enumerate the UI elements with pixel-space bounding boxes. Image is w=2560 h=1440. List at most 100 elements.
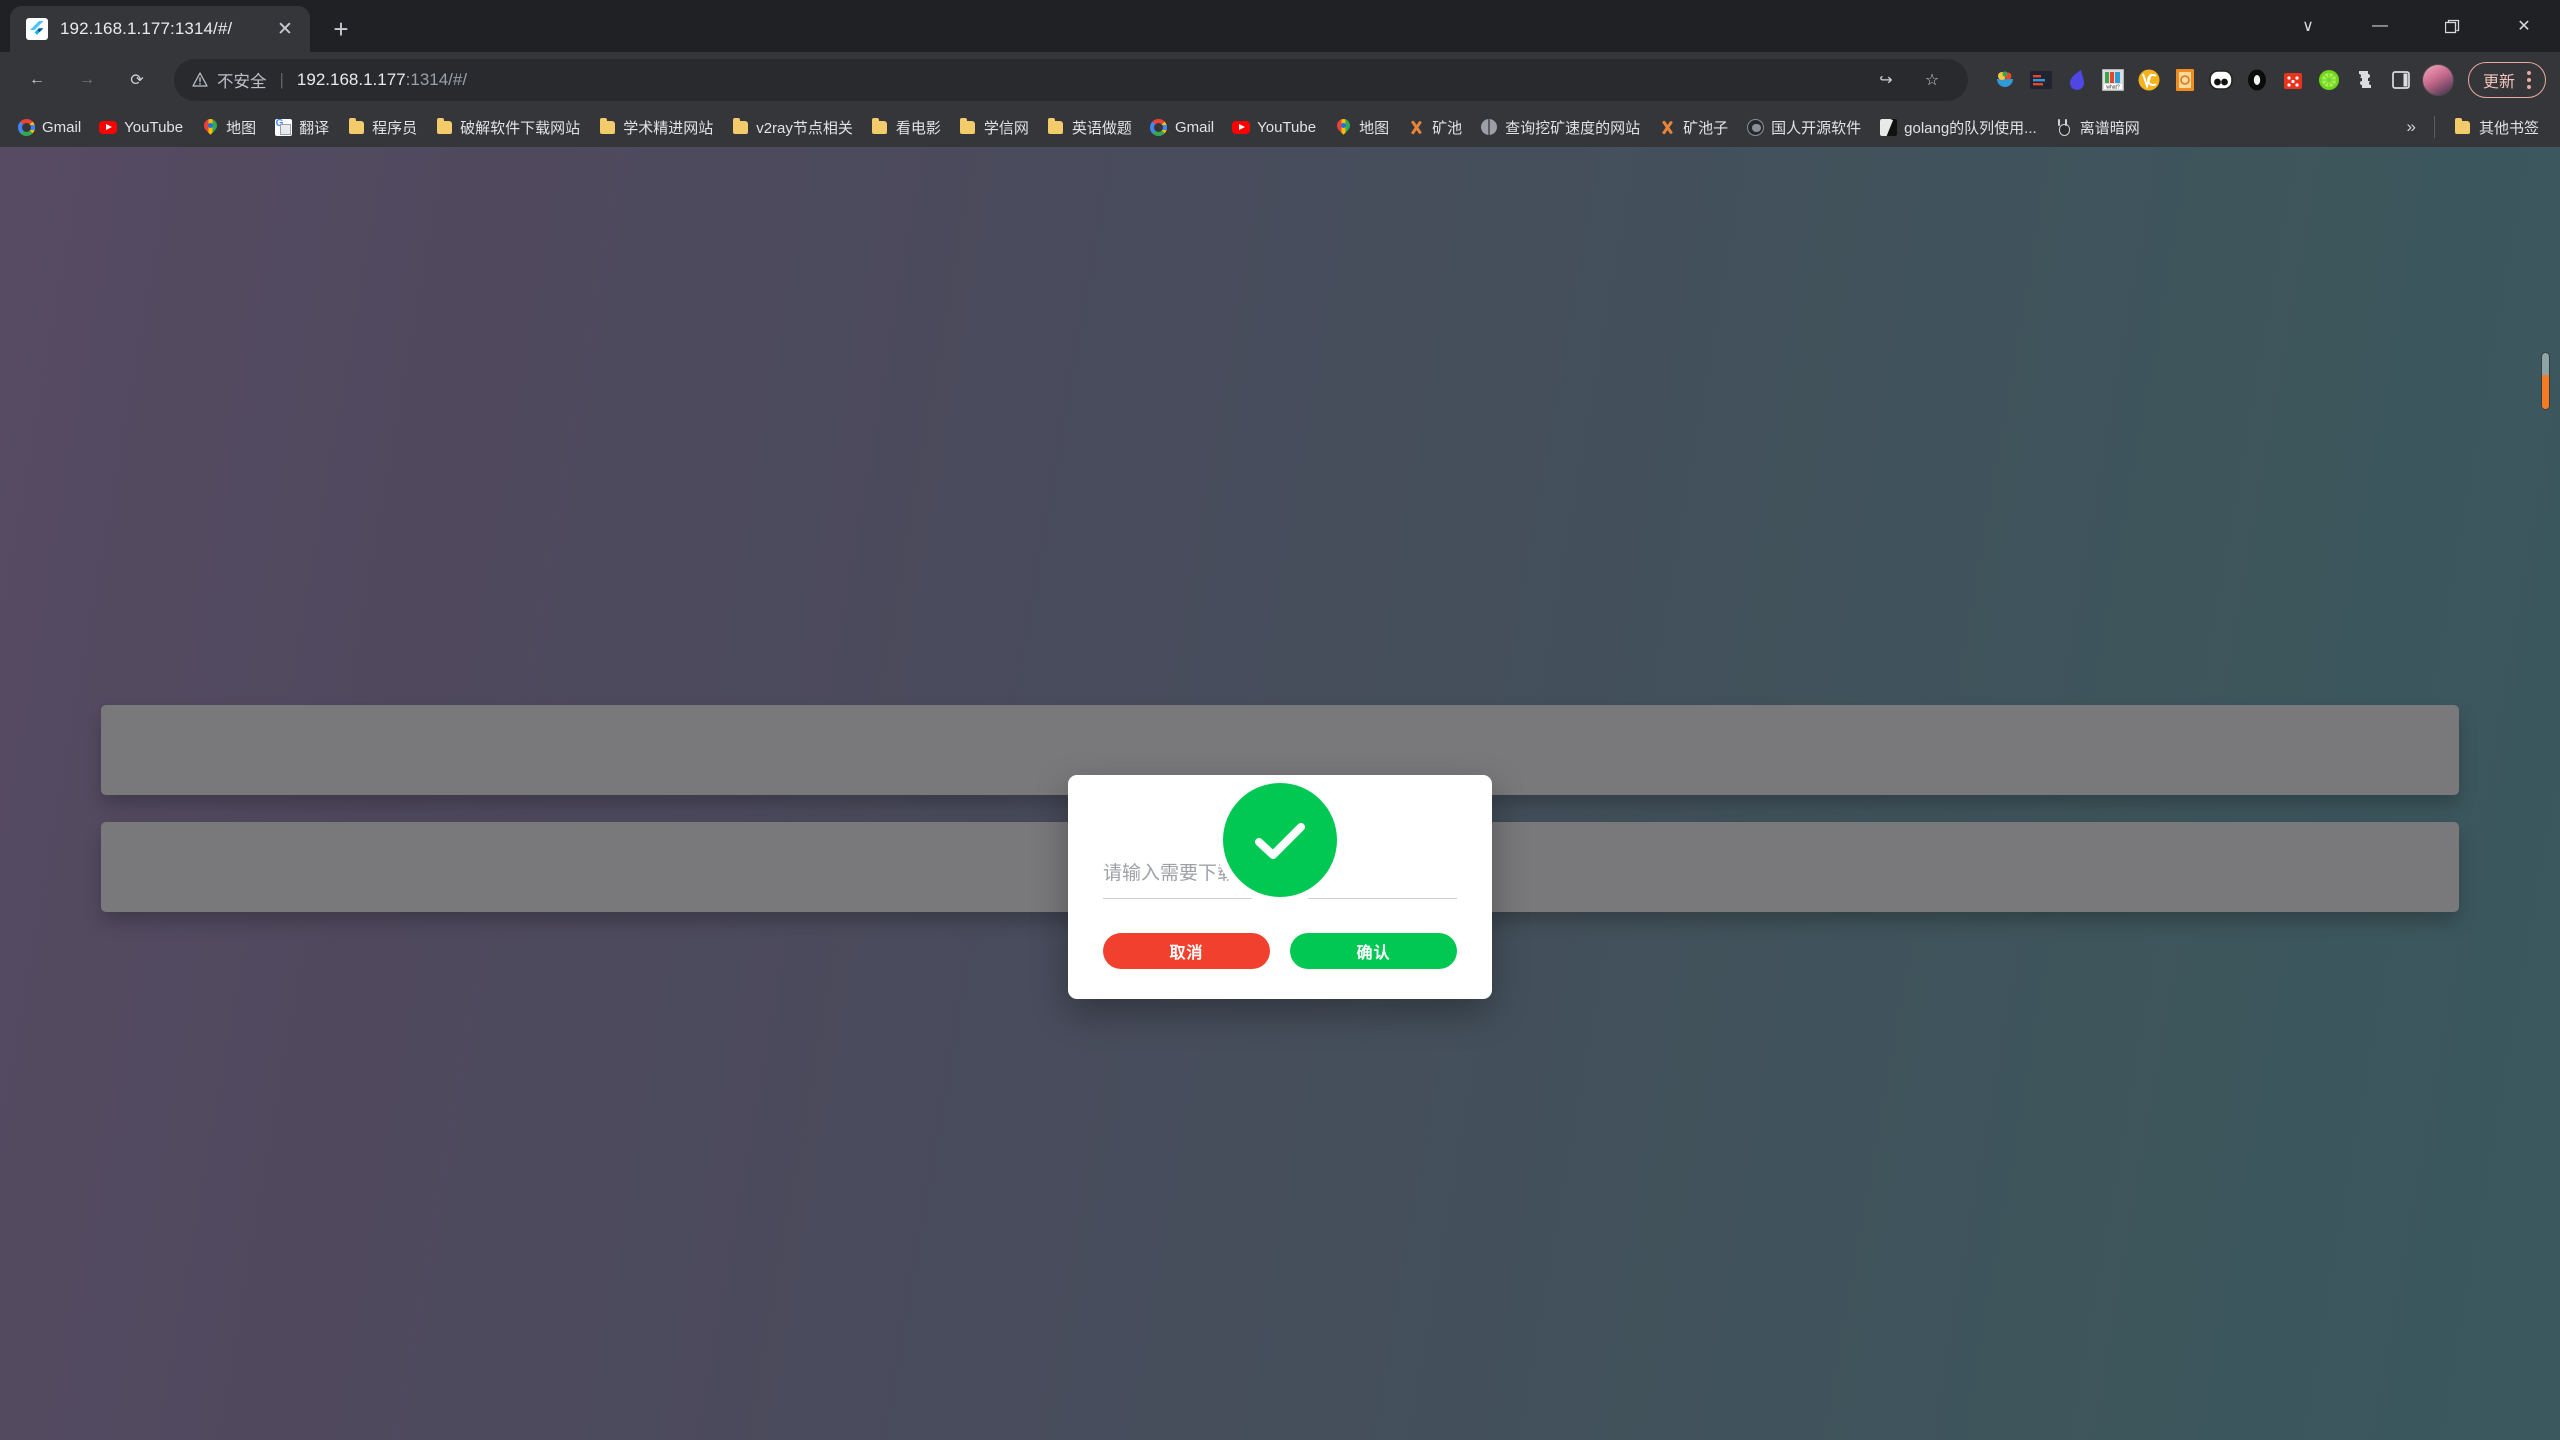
not-secure-warning-icon (192, 72, 208, 87)
bookmark-item[interactable]: 学术精进网站 (589, 112, 722, 143)
page-viewport: 取消 确认 (0, 147, 2560, 1440)
bookmark-label: 看电影 (896, 117, 941, 138)
reload-button[interactable]: ⟳ (114, 57, 160, 103)
google-icon (17, 118, 35, 136)
back-button[interactable]: ← (14, 57, 60, 103)
bookmarks-bar: Gmail YouTube 地图 翻译 程序员破解软件下载网站 学术精进网站 v2ray节点… (0, 107, 2560, 147)
fruit-basket-extension-icon[interactable] (1990, 65, 2020, 95)
forward-button[interactable]: → (64, 57, 110, 103)
page-scroll-thumb[interactable] (2541, 352, 2550, 410)
bookmark-item[interactable]: 国人开源软件 (1737, 112, 1870, 143)
avatar[interactable] (2422, 64, 2454, 96)
folder-icon (2454, 118, 2472, 136)
dialog-card: 取消 确认 (1068, 775, 1492, 999)
update-label: 更新 (2483, 68, 2515, 92)
success-check-icon (1215, 775, 1345, 905)
pickaxe-icon (1658, 118, 1676, 136)
bookmark-other-bookmarks[interactable]: 其他书签 (2445, 112, 2548, 143)
bookmark-label: golang的队列使用... (1904, 117, 2037, 138)
update-button[interactable]: 更新 (2468, 62, 2546, 98)
divider (2434, 116, 2435, 138)
orange-scroll-extension-icon[interactable] (2170, 65, 2200, 95)
bookmark-item[interactable]: 矿池 (1398, 112, 1471, 143)
ip-download-dialog: 取消 确认 (1068, 717, 1492, 999)
bookmark-item[interactable]: 地图 (1325, 112, 1398, 143)
bookmark-item[interactable]: 翻译 (265, 112, 338, 143)
bookmark-item[interactable]: 看电影 (862, 112, 950, 143)
bookmark-label: 其他书签 (2479, 117, 2539, 138)
youtube-icon (1232, 118, 1250, 136)
bookmarks-overflow: » 其他书签 (2399, 112, 2552, 143)
bookmark-label: 国人开源软件 (1771, 117, 1861, 138)
black-ring-extension-icon[interactable] (2242, 65, 2272, 95)
yellow-vc-extension-icon[interactable] (2134, 65, 2164, 95)
browser-window: 192.168.1.177:1314/#/ ✕ + ∨ — ✕ ← → ⟳ (0, 0, 2560, 1440)
side-panel-icon[interactable] (2386, 65, 2416, 95)
translate-icon (274, 118, 292, 136)
folder-icon (871, 118, 889, 136)
new-tab-button[interactable]: + (318, 6, 364, 52)
bookmark-label: 查询挖矿速度的网站 (1505, 117, 1640, 138)
bookmark-item[interactable]: 破解软件下载网站 (426, 112, 589, 143)
puzzle-piece-icon[interactable] (2350, 65, 2380, 95)
bookmark-item[interactable]: 离谱暗网 (2046, 112, 2149, 143)
bookmark-label: YouTube (1257, 119, 1316, 136)
globe-icon (1480, 118, 1498, 136)
bookmark-item[interactable]: YouTube (1223, 113, 1325, 141)
window-controls: ∨ — ✕ (2272, 0, 2560, 52)
bookmark-label: 离谱暗网 (2080, 117, 2140, 138)
folder-icon (347, 118, 365, 136)
github-icon (1746, 118, 1764, 136)
bookmark-item[interactable]: v2ray节点相关 (722, 112, 862, 143)
bookmark-label: 矿池子 (1683, 117, 1728, 138)
browser-tab[interactable]: 192.168.1.177:1314/#/ ✕ (10, 6, 310, 52)
navigation-toolbar: ← → ⟳ 不安全 | 192.168.1.177:1314/#/ ↪ ☆ (0, 52, 2560, 107)
bookmark-item[interactable]: 查询挖矿速度的网站 (1471, 112, 1649, 143)
tab-title: 192.168.1.177:1314/#/ (60, 19, 260, 39)
bookmark-item[interactable]: 地图 (192, 112, 265, 143)
red-dice-extension-icon[interactable] (2278, 65, 2308, 95)
bookmark-star-icon[interactable]: ☆ (1914, 62, 1950, 98)
bookmark-label: 地图 (226, 117, 256, 138)
bookmark-item[interactable]: YouTube (90, 113, 192, 141)
bookmark-label: 程序员 (372, 117, 417, 138)
bookmarks-overflow-icon[interactable]: » (2399, 117, 2424, 137)
bookmark-item[interactable]: 程序员 (338, 112, 426, 143)
what-note-extension-icon[interactable]: what? (2098, 65, 2128, 95)
bookmark-item[interactable]: golang的队列使用... (1870, 112, 2046, 143)
bookmark-label: v2ray节点相关 (756, 117, 853, 138)
card-list-extension-icon[interactable] (2026, 65, 2056, 95)
youtube-icon (99, 118, 117, 136)
chrome-menu-button[interactable] (2523, 71, 2535, 89)
bookmark-item[interactable]: 矿池子 (1649, 112, 1737, 143)
dialog-actions: 取消 确认 (1098, 933, 1462, 969)
close-window-icon[interactable]: ✕ (2488, 0, 2560, 52)
maps-pin-icon (201, 118, 219, 136)
svg-text:what?: what? (2106, 84, 2120, 90)
address-bar[interactable]: 不安全 | 192.168.1.177:1314/#/ ↪ ☆ (174, 59, 1968, 101)
bookmark-item[interactable]: Gmail (8, 113, 90, 141)
bookmark-item[interactable]: Gmail (1141, 113, 1223, 141)
goggles-extension-icon[interactable] (2206, 65, 2236, 95)
folder-icon (1047, 118, 1065, 136)
bookmark-label: 翻译 (299, 117, 329, 138)
share-icon[interactable]: ↪ (1868, 62, 1904, 98)
bookmark-item[interactable]: 学信网 (950, 112, 1038, 143)
omnibox-separator: | (280, 70, 284, 90)
tab-search-icon[interactable]: ∨ (2272, 0, 2344, 52)
bookmark-item[interactable]: 英语做题 (1038, 112, 1141, 143)
cancel-button[interactable]: 取消 (1103, 933, 1270, 969)
close-icon[interactable]: ✕ (272, 16, 298, 42)
folder-icon (598, 118, 616, 136)
minimize-icon[interactable]: — (2344, 0, 2416, 52)
bookmark-label: 学术精进网站 (623, 117, 713, 138)
maximize-icon[interactable] (2416, 0, 2488, 52)
bookmark-label: Gmail (1175, 119, 1214, 136)
google-icon (1150, 118, 1168, 136)
blue-drop-extension-icon[interactable] (2062, 65, 2092, 95)
maps-pin-icon (1334, 118, 1352, 136)
folder-icon (435, 118, 453, 136)
bookmark-label: YouTube (124, 119, 183, 136)
confirm-button[interactable]: 确认 (1290, 933, 1457, 969)
green-citrus-extension-icon[interactable] (2314, 65, 2344, 95)
